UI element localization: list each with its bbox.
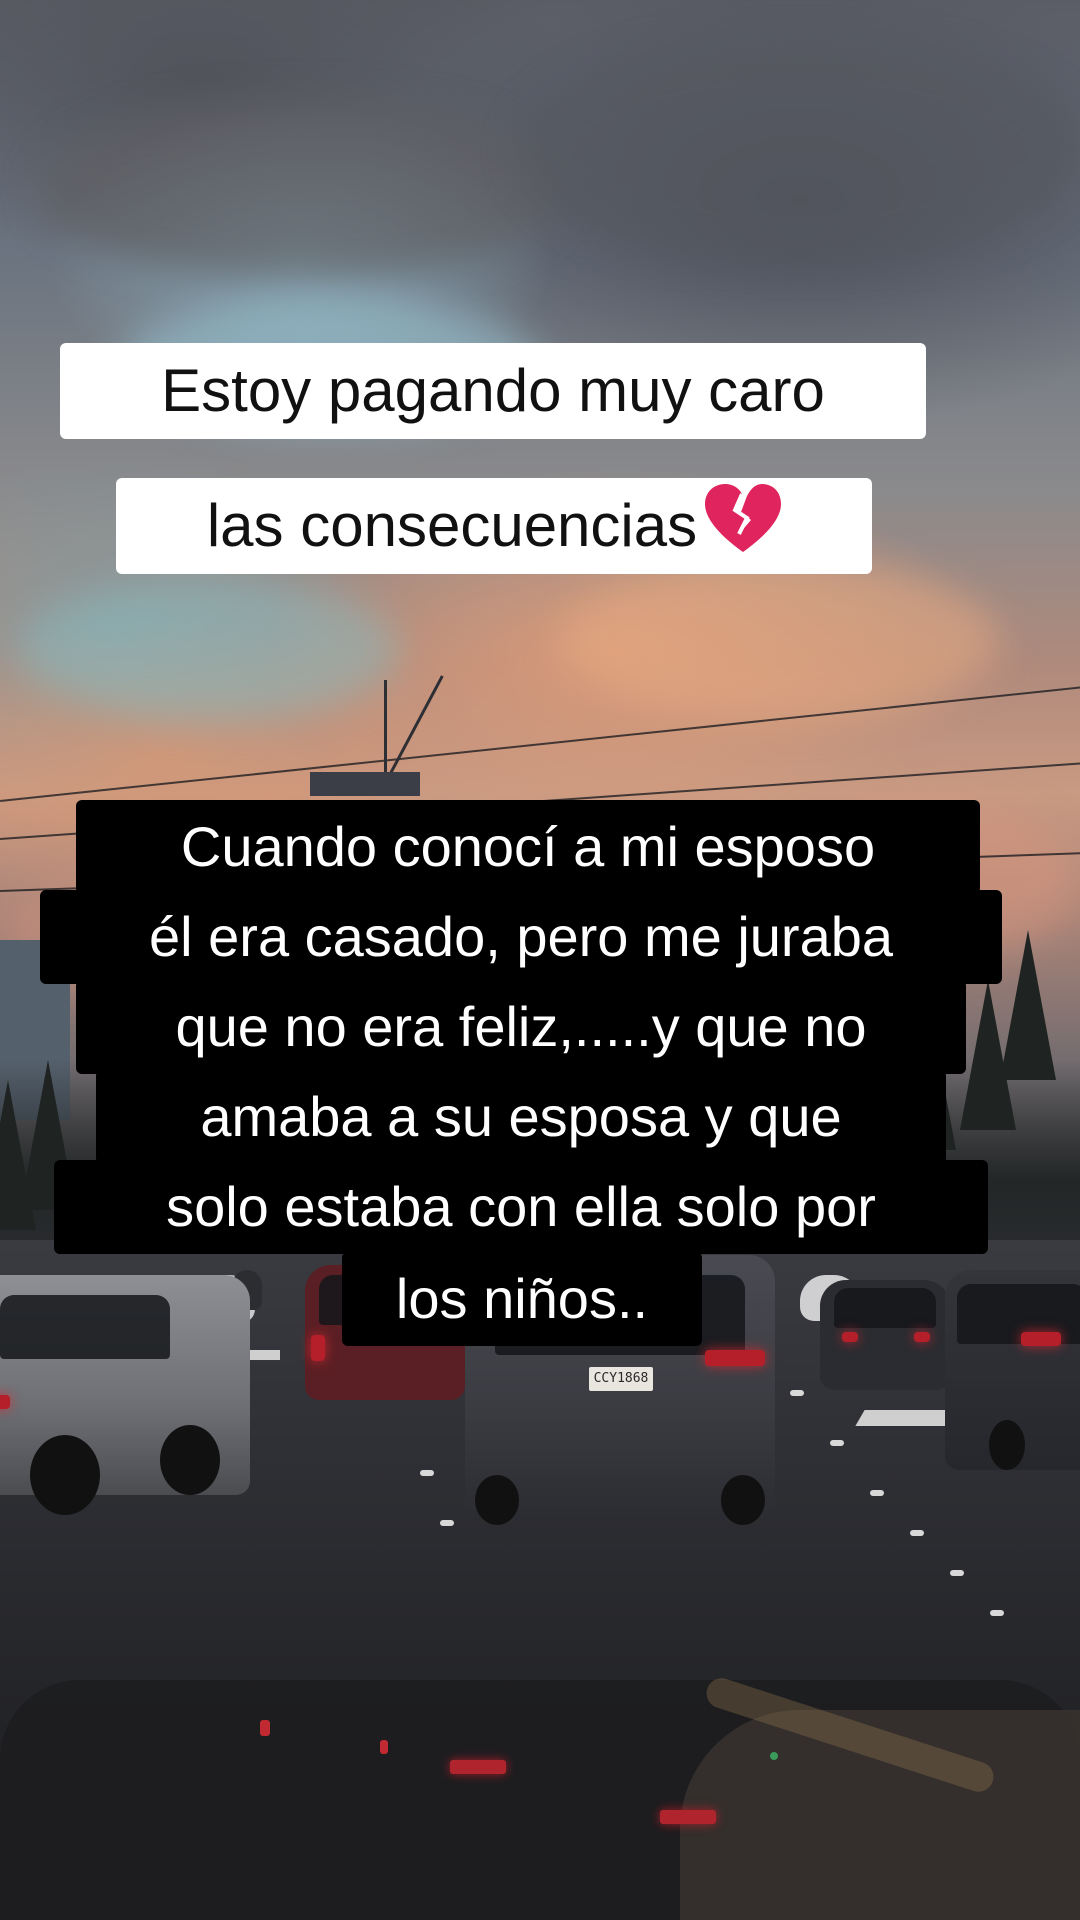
dashboard-reflection: [770, 1752, 778, 1760]
story-caption-line-2: él era casado, pero me juraba: [40, 890, 1002, 984]
title-caption-text: las consecuencias: [206, 492, 698, 559]
building-top: [310, 772, 420, 796]
title-caption-line-2: las consecuencias: [116, 478, 872, 574]
lane-marker: [950, 1570, 964, 1576]
story-caption-text: solo estaba con ella solo por: [166, 1175, 876, 1238]
story-caption-line-5: solo estaba con ella solo por: [54, 1160, 988, 1254]
story-caption-text: él era casado, pero me juraba: [149, 905, 893, 968]
tree: [960, 980, 1016, 1130]
story-caption-text: los niños..: [395, 1267, 649, 1330]
story-caption-line-1: Cuando conocí a mi esposo: [76, 800, 980, 894]
license-plate: CCY1868: [589, 1367, 653, 1391]
story-caption-line-6: los niños..: [342, 1252, 702, 1346]
story-caption-line-4: amaba a su esposa y que: [96, 1070, 946, 1164]
lane-marker: [990, 1610, 1004, 1616]
tree: [0, 1080, 36, 1230]
broken-heart-icon: [705, 484, 782, 556]
title-caption-line-1: Estoy pagando muy caro: [60, 343, 926, 439]
story-caption-line-3: que no era feliz,.....y que no: [76, 980, 966, 1074]
lane-marker: [870, 1490, 884, 1496]
road-marking: [855, 1410, 955, 1426]
lane-marker: [910, 1530, 924, 1536]
lane-marker: [830, 1440, 844, 1446]
story-caption-text: amaba a su esposa y que: [200, 1085, 842, 1148]
car: [0, 1275, 250, 1515]
lane-marker: [790, 1390, 804, 1396]
story-caption-text: que no era feliz,.....y que no: [175, 995, 867, 1058]
dashboard-reflection: [380, 1740, 388, 1754]
cloud: [560, 560, 1000, 720]
car: [945, 1270, 1080, 1470]
cloud: [40, 100, 560, 280]
dashboard-reflection: [660, 1810, 716, 1824]
title-caption-text: Estoy pagando muy caro: [161, 357, 825, 424]
lane-marker: [440, 1520, 454, 1526]
background-photo: CCY1868 Estoy pagando muy caro las conse…: [0, 0, 1080, 1920]
cloud: [520, 40, 1080, 260]
lane-marker: [420, 1470, 434, 1476]
car: [820, 1280, 950, 1390]
dashboard-reflection: [450, 1760, 506, 1774]
story-caption-text: Cuando conocí a mi esposo: [180, 815, 876, 878]
dashboard-reflection: [260, 1720, 270, 1736]
cloud: [20, 580, 400, 720]
